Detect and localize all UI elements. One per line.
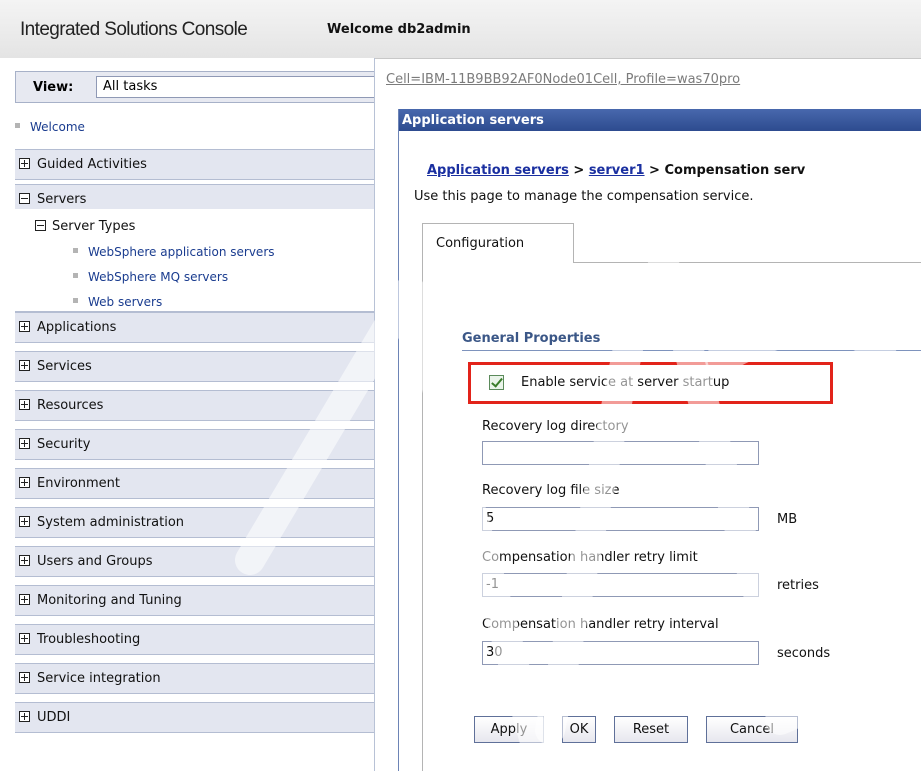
nav-group-resources[interactable]: Resources	[15, 390, 374, 421]
nav-group-label: Users and Groups	[37, 554, 153, 569]
app-title: Integrated Solutions Console	[20, 19, 248, 40]
nav-welcome-link[interactable]: Welcome	[15, 120, 85, 134]
nav-link-websphere-application-servers[interactable]: WebSphere application servers	[73, 245, 275, 259]
breadcrumb-separator: >	[644, 163, 665, 178]
reset-button[interactable]: Reset	[614, 716, 688, 743]
nav-group-label: Monitoring and Tuning	[37, 593, 182, 608]
tab-configuration[interactable]: Configuration	[422, 223, 574, 263]
nav-link-label: WebSphere MQ servers	[88, 270, 229, 284]
expand-icon[interactable]	[19, 399, 30, 410]
expand-icon[interactable]	[19, 158, 30, 169]
servers-subtree: Server Types WebSphere application serve…	[15, 209, 374, 312]
breadcrumb-application-servers-link[interactable]: Application servers	[427, 163, 569, 178]
recovery-log-directory-input[interactable]	[482, 441, 759, 465]
expand-icon[interactable]	[19, 711, 30, 722]
apply-button[interactable]: Apply	[474, 716, 544, 743]
nav-group-label: Environment	[37, 476, 121, 491]
expand-icon[interactable]	[19, 672, 30, 683]
recovery-log-directory-label: Recovery log directory	[482, 419, 629, 434]
collapse-icon[interactable]	[35, 220, 46, 231]
enable-startup-checkbox[interactable]	[489, 375, 504, 390]
application-servers-panel: Application servers Application servers …	[398, 109, 921, 771]
nav-welcome-label: Welcome	[30, 120, 85, 134]
nav-group-uddi[interactable]: UDDI	[15, 702, 374, 733]
nav-group-services[interactable]: Services	[15, 351, 374, 382]
nav-group-security[interactable]: Security	[15, 429, 374, 460]
unit-seconds-label: seconds	[777, 646, 831, 661]
nav-link-web-servers[interactable]: Web servers	[73, 295, 162, 309]
expand-icon[interactable]	[19, 477, 30, 488]
cell-profile-path[interactable]: Cell=IBM-11B9BB92AF0Node01Cell, Profile=…	[386, 72, 740, 87]
breadcrumb-trail: Application servers > server1 > Compensa…	[427, 163, 805, 178]
view-label: View:	[33, 80, 74, 95]
navigation-tree: View: All tasks Welcome Guided Activitie…	[0, 58, 375, 771]
nav-group-users-and-groups[interactable]: Users and Groups	[15, 546, 374, 577]
retry-interval-label: Compensation handler retry interval	[482, 617, 719, 632]
bullet-icon	[15, 123, 20, 128]
highlight-box: Enable service at server startup	[468, 362, 833, 404]
nav-group-guided-activities[interactable]: Guided Activities	[15, 149, 374, 180]
nav-item-server-types[interactable]: Server Types	[35, 219, 135, 234]
nav-group-environment[interactable]: Environment	[15, 468, 374, 499]
expand-icon[interactable]	[19, 633, 30, 644]
tab-area: Configuration General Properties Enable …	[422, 223, 921, 771]
ok-button[interactable]: OK	[562, 716, 596, 743]
retry-limit-label: Compensation handler retry limit	[482, 550, 698, 565]
nav-group-label: UDDI	[37, 710, 71, 725]
nav-group-label: Servers	[37, 192, 87, 207]
nav-link-label: Web servers	[88, 295, 163, 309]
nav-link-websphere-mq-servers[interactable]: WebSphere MQ servers	[73, 270, 228, 284]
view-select[interactable]: All tasks	[96, 76, 374, 98]
nav-link-label: WebSphere application servers	[88, 245, 275, 259]
panel-title: Application servers	[399, 109, 921, 131]
section-divider	[462, 350, 921, 351]
nav-group-service-integration[interactable]: Service integration	[15, 663, 374, 694]
page-description: Use this page to manage the compensation…	[414, 189, 754, 204]
unit-retries-label: retries	[777, 578, 819, 593]
server-types-label: Server Types	[52, 219, 136, 234]
nav-group-label: Security	[37, 437, 91, 452]
nav-group-system-administration[interactable]: System administration	[15, 507, 374, 538]
nav-group-troubleshooting[interactable]: Troubleshooting	[15, 624, 374, 655]
nav-group-label: Service integration	[37, 671, 161, 686]
nav-group-monitoring-and-tuning[interactable]: Monitoring and Tuning	[15, 585, 374, 616]
expand-icon[interactable]	[19, 594, 30, 605]
expand-icon[interactable]	[19, 438, 30, 449]
breadcrumb-server1-link[interactable]: server1	[589, 163, 645, 178]
expand-icon[interactable]	[19, 321, 30, 332]
retry-limit-input[interactable]: -1	[482, 573, 759, 597]
unit-mb-label: MB	[777, 512, 798, 527]
nav-group-label: Resources	[37, 398, 104, 413]
enable-startup-label: Enable service at server startup	[521, 375, 730, 390]
retry-interval-input[interactable]: 30	[482, 641, 759, 665]
expand-icon[interactable]	[19, 516, 30, 527]
nav-group-label: Guided Activities	[37, 157, 147, 172]
bullet-icon	[73, 248, 78, 253]
cancel-button[interactable]: Cancel	[706, 716, 798, 743]
welcome-user-text: Welcome db2admin	[327, 22, 471, 37]
bullet-icon	[73, 273, 78, 278]
console-header: Integrated Solutions Console Welcome db2…	[0, 0, 921, 59]
breadcrumb-separator: >	[568, 163, 589, 178]
recovery-log-file-size-input[interactable]: 5	[482, 507, 759, 531]
expand-icon[interactable]	[19, 360, 30, 371]
recovery-log-file-size-label: Recovery log file size	[482, 483, 620, 498]
bullet-icon	[73, 298, 78, 303]
expand-icon[interactable]	[19, 555, 30, 566]
breadcrumb-current: Compensation serv	[664, 163, 806, 178]
nav-group-label: System administration	[37, 515, 185, 530]
collapse-icon[interactable]	[19, 193, 30, 204]
nav-group-label: Applications	[37, 320, 117, 335]
nav-group-applications[interactable]: Applications	[15, 312, 374, 343]
nav-group-label: Troubleshooting	[37, 632, 141, 647]
general-properties-heading: General Properties	[462, 331, 601, 346]
nav-group-label: Services	[37, 359, 92, 374]
view-bar: View: All tasks	[15, 71, 374, 103]
